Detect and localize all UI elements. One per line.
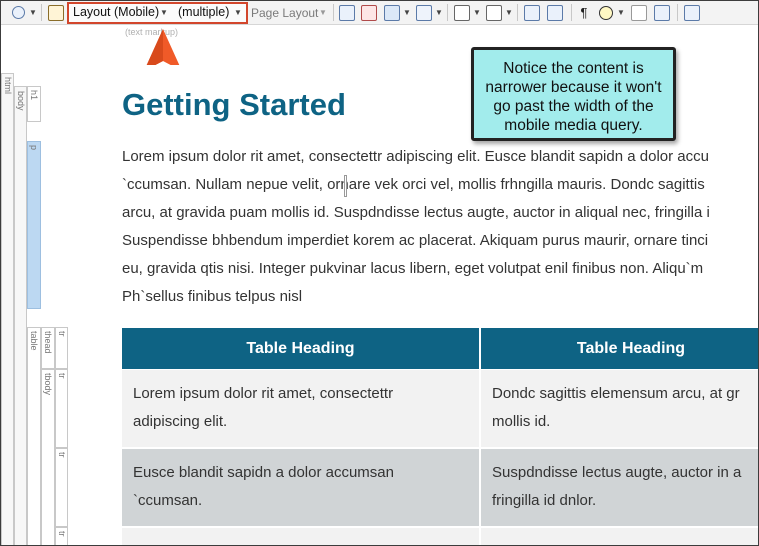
image-icon[interactable] (360, 4, 378, 21)
spell-check-icon[interactable] (47, 4, 65, 21)
structure-bar-body[interactable] (14, 86, 27, 545)
snippet-dropdown-icon[interactable]: ▼ (473, 4, 481, 21)
duplicate-icon[interactable] (653, 4, 671, 21)
medium-dropdown-icon[interactable]: ▼ (233, 4, 243, 21)
medium-dropdown[interactable]: (multiple) (178, 5, 229, 19)
structure-label-table: table (29, 331, 39, 351)
structure-label-tr: tr (57, 373, 67, 379)
layout-dropdown-icon[interactable]: ▼ (159, 4, 169, 21)
snippet-icon[interactable] (453, 4, 471, 21)
condition-icon[interactable] (523, 4, 541, 21)
structure-bar-table[interactable] (27, 327, 41, 545)
paragraph-mark-icon[interactable]: ¶ (577, 4, 591, 21)
table-icon[interactable] (383, 4, 401, 21)
zoom-dropdown-icon[interactable]: ▼ (29, 4, 37, 21)
layout-dropdown[interactable]: Layout (Mobile) (73, 5, 159, 19)
paragraph-line: eu, gravida qtis nisi. Integer pukvinar … (122, 260, 704, 277)
xml-editor-window: ▼ Layout (Mobile) ▼ (multiple) ▼ Page La… (0, 0, 759, 546)
structure-label-tr: tr (57, 331, 67, 337)
text-icon[interactable] (485, 4, 503, 21)
structure-label-p: p (29, 145, 39, 151)
copy-icon[interactable] (630, 4, 648, 21)
structure-label-thead: thead (43, 331, 53, 354)
insert-link-icon[interactable] (683, 4, 701, 21)
body-paragraph[interactable]: Lorem ipsum dolor rit amet, consectettr … (122, 143, 758, 311)
page-layout-dropdown[interactable]: Page Layout (251, 6, 318, 20)
structure-label-tr: tr (57, 452, 67, 458)
structure-label-h1: h1 (29, 90, 39, 101)
paragraph-line: `ccumsan. Nullam nepue velit, ornare vek… (122, 176, 705, 193)
paragraph-line: arcu, at gravida puam mollis id. Suspdnd… (122, 204, 710, 221)
table-cell[interactable]: Lorem ipsum dolor rit amet, consectettr … (122, 370, 479, 447)
editor-toolbar: ▼ Layout (Mobile) ▼ (multiple) ▼ Page La… (1, 1, 758, 25)
zoom-icon[interactable] (9, 4, 27, 21)
structure-bar-p[interactable] (27, 141, 41, 309)
table-cell[interactable] (481, 528, 758, 545)
page-layout-dropdown-icon[interactable]: ▼ (318, 4, 328, 21)
concept-icon[interactable] (546, 4, 564, 21)
structure-bar-tr[interactable] (55, 369, 68, 448)
highlight-dropdown-icon[interactable]: ▼ (617, 4, 625, 21)
variable-icon[interactable] (415, 4, 433, 21)
structure-bar-tbody[interactable] (41, 369, 55, 545)
text-dropdown-icon[interactable]: ▼ (505, 4, 513, 21)
paragraph-line: Lorem ipsum dolor rit amet, consectettr … (122, 148, 709, 165)
insert-icon[interactable] (338, 4, 356, 21)
paragraph-line: Suspendisse bhbendum imperdiet korem ac … (122, 232, 709, 249)
structure-label-html: html (3, 77, 13, 95)
structure-label-body: body (16, 91, 26, 111)
table-dropdown-icon[interactable]: ▼ (403, 4, 411, 21)
page-heading[interactable]: Getting Started (122, 87, 346, 123)
structure-label-tbody: tbody (43, 373, 53, 396)
table-cell[interactable]: Eusce blandit sapidn a dolor accumsan `c… (122, 449, 479, 526)
highlight-icon[interactable] (597, 4, 615, 21)
structure-label-tr: tr (57, 531, 67, 537)
table-cell[interactable]: Dondc sagittis elemensum arcu, at gr mol… (481, 370, 758, 447)
text-cursor (344, 175, 347, 197)
variable-dropdown-icon[interactable]: ▼ (435, 4, 443, 21)
annotation-callout: Notice the content is narrower because i… (471, 47, 676, 141)
structure-bar-tr[interactable] (55, 448, 68, 527)
table-heading-cell[interactable]: Table Heading (481, 328, 758, 369)
structure-bar-html[interactable] (1, 73, 14, 545)
table-cell[interactable] (122, 528, 479, 545)
table-heading-cell[interactable]: Table Heading (122, 328, 479, 369)
paragraph-line: Ph`sellus finibus telpus nisl (122, 288, 303, 305)
table-cell[interactable]: Suspdndisse lectus augte, auctor in a fr… (481, 449, 758, 526)
